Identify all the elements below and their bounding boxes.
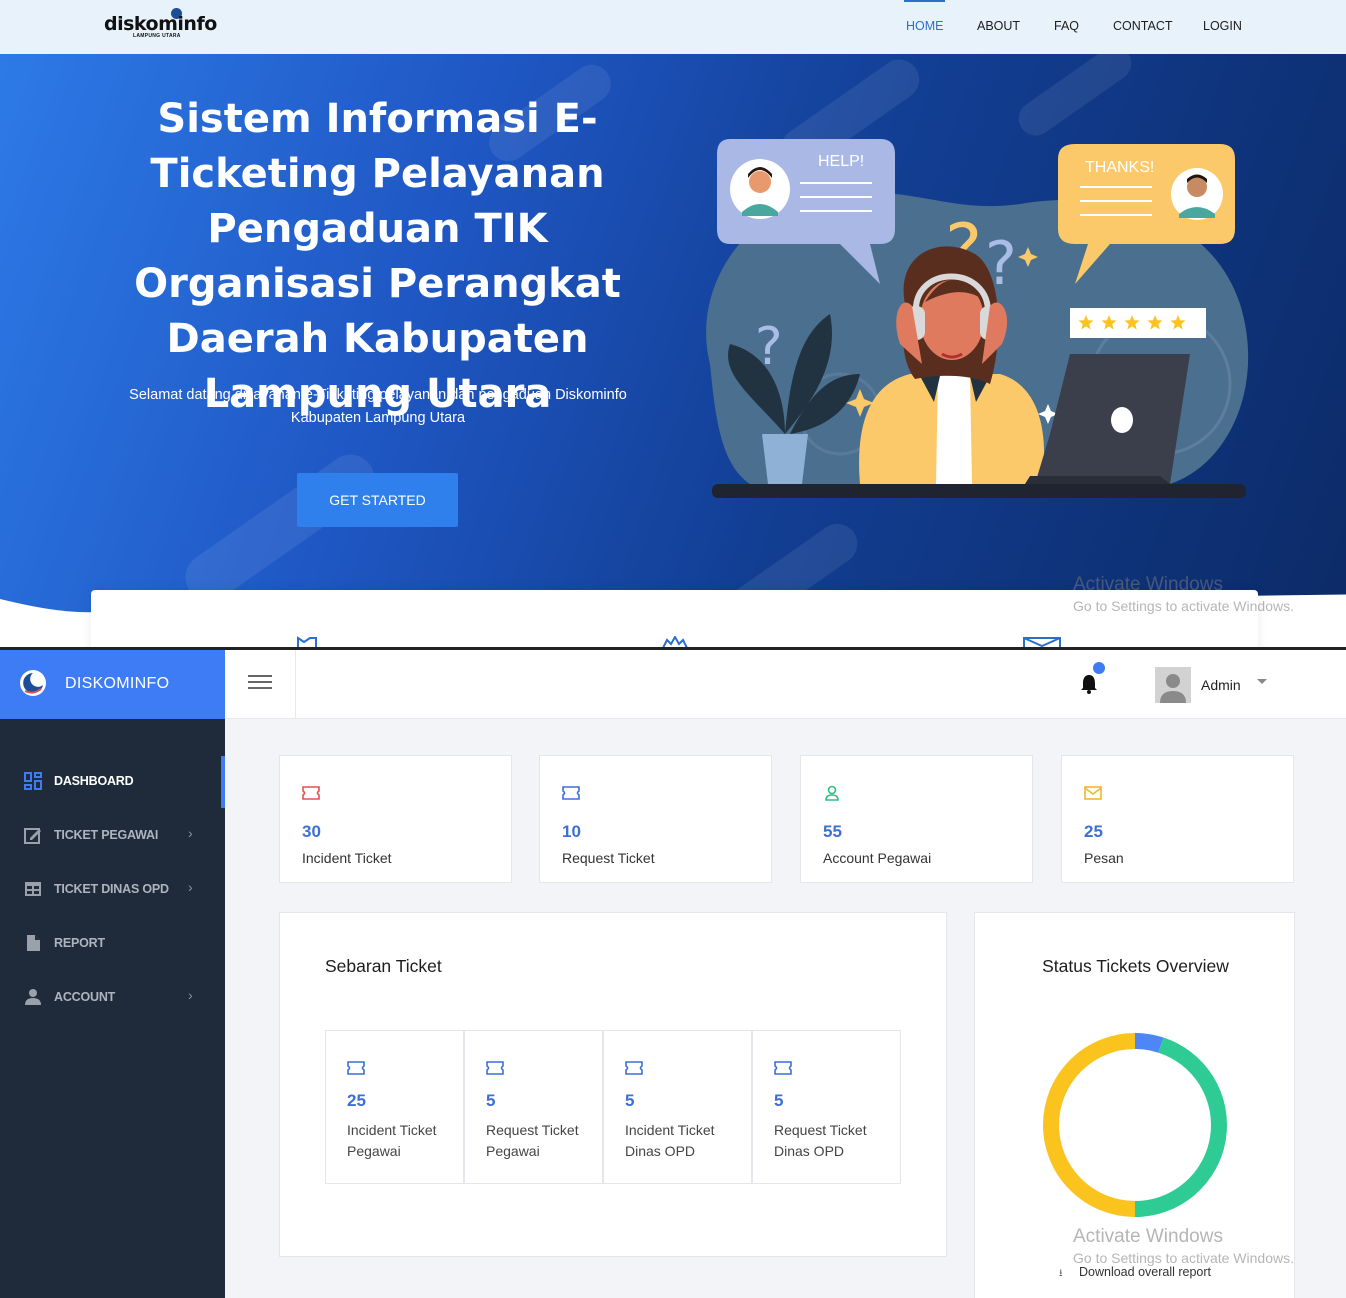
nav-faq[interactable]: FAQ	[1054, 19, 1079, 33]
dashboard-icon	[24, 772, 42, 790]
edit-note-icon	[24, 828, 41, 844]
hero-illustration: HELP! THANKS! ? ? ?	[706, 139, 1249, 498]
ticket-icon	[302, 786, 320, 800]
notification-dot	[1093, 662, 1105, 674]
mail-icon	[1084, 786, 1102, 800]
svg-text:?: ?	[755, 317, 783, 377]
get-started-button[interactable]: GET STARTED	[297, 473, 458, 527]
person-icon	[25, 989, 41, 1005]
sidebar-item-report[interactable]: REPORT	[0, 918, 225, 968]
stat-card-request[interactable]: 10 Request Ticket	[539, 755, 772, 883]
stat-card-account[interactable]: 55 Account Pegawai	[800, 755, 1033, 883]
sidebar-item-ticket-dinas-opd[interactable]: TICKET DINAS OPD ›	[0, 864, 225, 914]
status-donut-chart	[1043, 1033, 1227, 1217]
watermark-subtitle: Go to Settings to activate Windows.	[1073, 1250, 1294, 1266]
stat-card-incident[interactable]: 30 Incident Ticket	[279, 755, 512, 883]
site-logo[interactable]: diskominfo	[104, 13, 217, 35]
avatar[interactable]	[1155, 667, 1191, 703]
donut-segment-0	[1134, 1033, 1164, 1053]
sidebar-item-ticket-pegawai[interactable]: TICKET PEGAWAI ›	[0, 810, 225, 860]
nav-about[interactable]: ABOUT	[977, 19, 1020, 33]
watermark-title: Activate Windows	[1073, 574, 1223, 595]
user-icon	[825, 785, 839, 801]
nav-contact[interactable]: CONTACT	[1113, 19, 1173, 33]
card-title: Sebaran Ticket	[325, 956, 442, 976]
sebaran-value: 5	[486, 1091, 496, 1110]
stat-value: 10	[562, 822, 581, 841]
hero-title: Sistem Informasi E-Ticketing Pelayanan P…	[134, 96, 621, 417]
sidebar-item-dashboard[interactable]: DASHBOARD	[0, 756, 225, 806]
stat-label: Pesan	[1084, 850, 1124, 866]
watermark-subtitle: Go to Settings to activate Windows.	[1073, 598, 1294, 614]
sebaran-label: Request Ticket Pegawai	[486, 1122, 579, 1159]
top-navbar: diskominfo LAMPUNG UTARA HOME ABOUT FAQ …	[0, 0, 1346, 54]
donut-segment-1	[1134, 1037, 1227, 1217]
decor-streak	[1012, 54, 1138, 143]
nav-home[interactable]: HOME	[906, 19, 944, 33]
nav-active-indicator	[904, 0, 945, 2]
sidebar-item-account[interactable]: ACCOUNT ›	[0, 972, 225, 1022]
site-logo-subtext: LAMPUNG UTARA	[133, 33, 181, 39]
nav-login[interactable]: LOGIN	[1203, 19, 1242, 33]
user-name[interactable]: Admin	[1201, 677, 1241, 693]
stat-label: Request Ticket	[562, 850, 655, 866]
card-title: Status Tickets Overview	[1042, 956, 1229, 976]
hero-subtitle: Selamat datang di layanan e-Ticketing pe…	[129, 387, 627, 426]
stat-value: 55	[823, 822, 842, 841]
ticket-icon	[625, 1061, 643, 1075]
download-icon[interactable]: ⭳	[1059, 1266, 1063, 1283]
sidebar-item-label: TICKET DINAS OPD	[54, 882, 169, 896]
watermark-title: Activate Windows	[1073, 1226, 1223, 1247]
sebaran-label: Incident Ticket Pegawai	[347, 1122, 437, 1159]
sebaran-value: 25	[347, 1091, 366, 1110]
sebaran-item[interactable]: 5 Incident Ticket Dinas OPD	[603, 1030, 752, 1184]
sidebar-item-label: DASHBOARD	[54, 774, 134, 788]
sebaran-item[interactable]: 5 Request Ticket Pegawai	[464, 1030, 603, 1184]
decor-streak	[176, 445, 384, 611]
bell-icon[interactable]	[1078, 673, 1100, 695]
thanks-bubble-text: THANKS!	[1085, 159, 1154, 176]
stat-label: Account Pegawai	[823, 850, 932, 866]
activate-windows-watermark: Activate Windows Go to Settings to activ…	[1073, 574, 1294, 614]
activate-windows-watermark: Activate Windows Go to Settings to activ…	[1073, 1226, 1294, 1266]
sebaran-value: 5	[625, 1091, 635, 1110]
stat-card-pesan[interactable]: 25 Pesan	[1061, 755, 1294, 883]
ticket-icon	[347, 1061, 365, 1075]
topbar-separator	[295, 650, 296, 718]
sebaran-label: Incident Ticket Dinas OPD	[625, 1122, 715, 1159]
ticket-icon	[774, 1061, 792, 1075]
sebaran-ticket-card: Sebaran Ticket 25 Incident Ticket Pegawa…	[279, 912, 947, 1257]
document-icon	[27, 935, 40, 951]
sebaran-item[interactable]: 25 Incident Ticket Pegawai	[325, 1030, 464, 1184]
sebaran-value: 5	[774, 1091, 784, 1110]
chevron-right-icon: ›	[188, 879, 193, 895]
table-icon	[25, 882, 41, 896]
chevron-right-icon: ›	[188, 825, 193, 841]
sidebar-item-label: ACCOUNT	[54, 990, 116, 1004]
brand-logo-icon	[20, 670, 46, 696]
ticket-icon	[562, 786, 580, 800]
admin-dashboard: DISKOMINFO DASHBOARD TICKET PEGAWAI › TI…	[0, 650, 1346, 1298]
help-bubble-text: HELP!	[818, 153, 864, 170]
stat-value: 30	[302, 822, 321, 841]
sidebar-item-label: REPORT	[54, 936, 105, 950]
sidebar-item-label: TICKET PEGAWAI	[54, 828, 159, 842]
ticket-icon	[486, 1061, 504, 1075]
admin-topbar: Admin	[225, 650, 1346, 719]
chevron-right-icon: ›	[188, 987, 193, 1003]
landing-page: diskominfo LAMPUNG UTARA HOME ABOUT FAQ …	[0, 0, 1346, 648]
brand-header[interactable]: DISKOMINFO	[0, 650, 225, 719]
sebaran-item[interactable]: 5 Request Ticket Dinas OPD	[752, 1030, 901, 1184]
stat-label: Incident Ticket	[302, 850, 392, 866]
sebaran-label: Request Ticket Dinas OPD	[774, 1122, 867, 1159]
menu-toggle-icon[interactable]	[248, 675, 272, 693]
stat-value: 25	[1084, 822, 1103, 841]
brand-label: DISKOMINFO	[65, 675, 170, 692]
download-report-link[interactable]: Download overall report	[1079, 1265, 1211, 1279]
sidebar: DASHBOARD TICKET PEGAWAI › TICKET DINAS …	[0, 719, 225, 1298]
hero-section: Sistem Informasi E-Ticketing Pelayanan P…	[0, 54, 1346, 648]
chevron-down-icon[interactable]	[1257, 679, 1267, 684]
donut-segment-2	[1043, 1033, 1136, 1217]
